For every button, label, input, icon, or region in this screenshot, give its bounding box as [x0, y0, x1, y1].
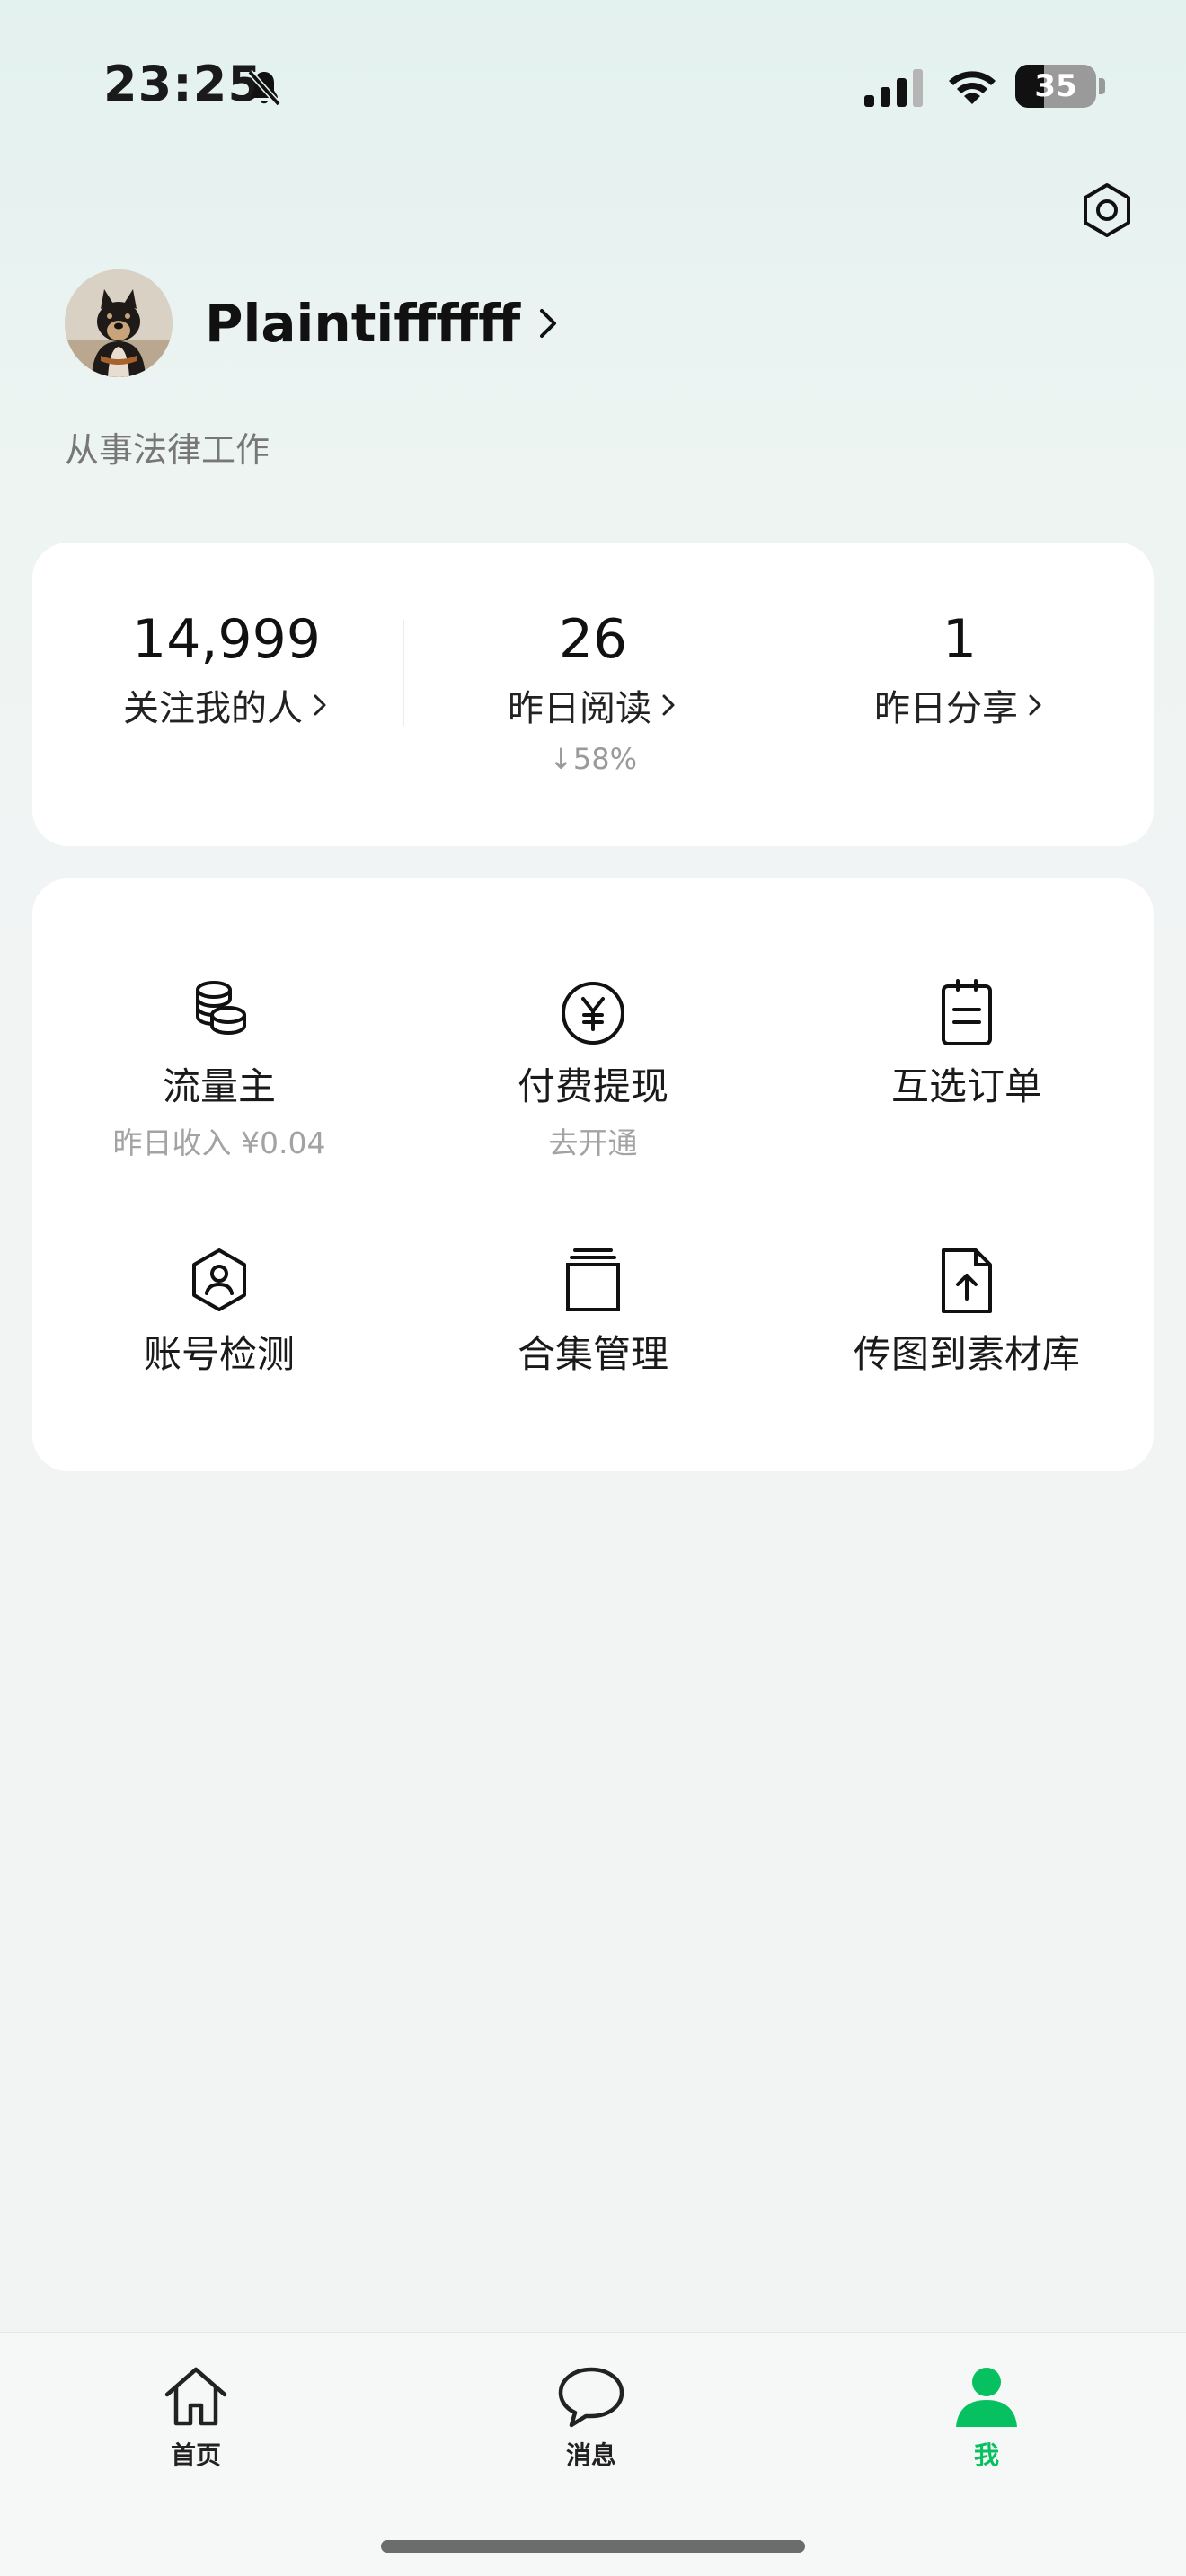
tab-me[interactable]: 我 — [897, 2364, 1076, 2472]
bell-slash-icon — [247, 69, 281, 107]
menu-item-collection-manage[interactable]: 合集管理 — [413, 1245, 773, 1380]
home-icon — [164, 2367, 227, 2426]
tab-label: 首页 — [170, 2440, 221, 2470]
menu-item-mutual-orders[interactable]: 互选订单 — [787, 977, 1146, 1112]
menu-item-account-check[interactable]: 账号检测 — [40, 1245, 399, 1380]
menu-label: 账号检测 — [143, 1332, 295, 1376]
battery-tip — [1099, 78, 1105, 94]
stat-divider — [403, 620, 404, 726]
profile-bio: 从事法律工作 — [65, 430, 270, 470]
chevron-right-icon — [1029, 694, 1041, 716]
stat-followers[interactable]: 14,999 关注我的人 — [47, 605, 406, 731]
tab-label: 我 — [973, 2440, 999, 2470]
menu-label: 传图到素材库 — [853, 1332, 1080, 1376]
wifi-icon — [949, 71, 996, 104]
battery-level: 35 — [1034, 68, 1077, 104]
avatar[interactable] — [65, 269, 173, 377]
clipboard-icon — [942, 979, 992, 1045]
stat-label: 昨日阅读 — [508, 688, 651, 729]
menu-label: 合集管理 — [517, 1332, 668, 1376]
profile-name: Plaintiffffff — [205, 293, 521, 354]
person-icon — [956, 2368, 1017, 2427]
menu-label: 互选订单 — [890, 1064, 1042, 1108]
stat-value: 26 — [558, 608, 628, 671]
upload-file-icon — [942, 1248, 992, 1313]
home-indicator — [381, 2540, 805, 2553]
status-time: 23:25 — [103, 56, 262, 112]
chevron-right-icon — [540, 309, 557, 338]
menu-sub: 昨日收入 ¥0.04 — [112, 1125, 326, 1160]
chevron-right-icon — [314, 694, 326, 716]
chevron-right-icon — [662, 694, 675, 716]
folder-stack-icon — [566, 1248, 620, 1311]
stat-value: 14,999 — [132, 608, 321, 671]
stat-label: 关注我的人 — [123, 688, 303, 729]
stat-change: ↓58% — [549, 742, 637, 776]
menu-item-upload-images[interactable]: 传图到素材库 — [787, 1245, 1146, 1380]
hexagon-settings-icon[interactable] — [1078, 181, 1136, 239]
menu-label: 付费提现 — [517, 1064, 668, 1108]
stat-yesterday-reads[interactable]: 26 昨日阅读 ↓58% — [413, 605, 773, 776]
tab-home[interactable]: 首页 — [106, 2364, 286, 2472]
dog-avatar-image — [65, 269, 173, 377]
battery-body: 35 — [1015, 65, 1096, 108]
menu-item-paid-withdraw[interactable]: 付费提现 去开通 — [413, 977, 773, 1162]
tools-card: 流量主 昨日收入 ¥0.04 付费提现 去开通 互选订单 账号检测 合集管理 传… — [32, 878, 1154, 1471]
stat-yesterday-shares[interactable]: 1 昨日分享 — [780, 605, 1139, 731]
chat-bubble-icon — [558, 2367, 624, 2428]
coins-icon — [196, 981, 246, 1035]
bottom-tab-bar: 首页 消息 我 — [0, 2332, 1186, 2576]
yen-icon — [562, 982, 624, 1045]
status-bar: 23:25 35 — [0, 0, 1186, 162]
stat-label: 昨日分享 — [874, 688, 1018, 729]
shield-user-icon — [192, 1248, 246, 1311]
menu-sub: 去开通 — [548, 1125, 638, 1160]
menu-label: 流量主 — [162, 1064, 276, 1108]
tab-messages[interactable]: 消息 — [501, 2364, 681, 2472]
battery-indicator: 35 — [1015, 65, 1105, 108]
tab-label: 消息 — [565, 2440, 616, 2470]
stat-value: 1 — [942, 608, 978, 671]
stats-card: 14,999 关注我的人 26 昨日阅读 ↓58% 1 昨日分享 — [32, 543, 1154, 846]
menu-item-traffic-owner[interactable]: 流量主 昨日收入 ¥0.04 — [40, 977, 399, 1162]
profile-name-link[interactable]: Plaintiffffff — [205, 289, 562, 357]
signal-icon — [864, 69, 923, 107]
